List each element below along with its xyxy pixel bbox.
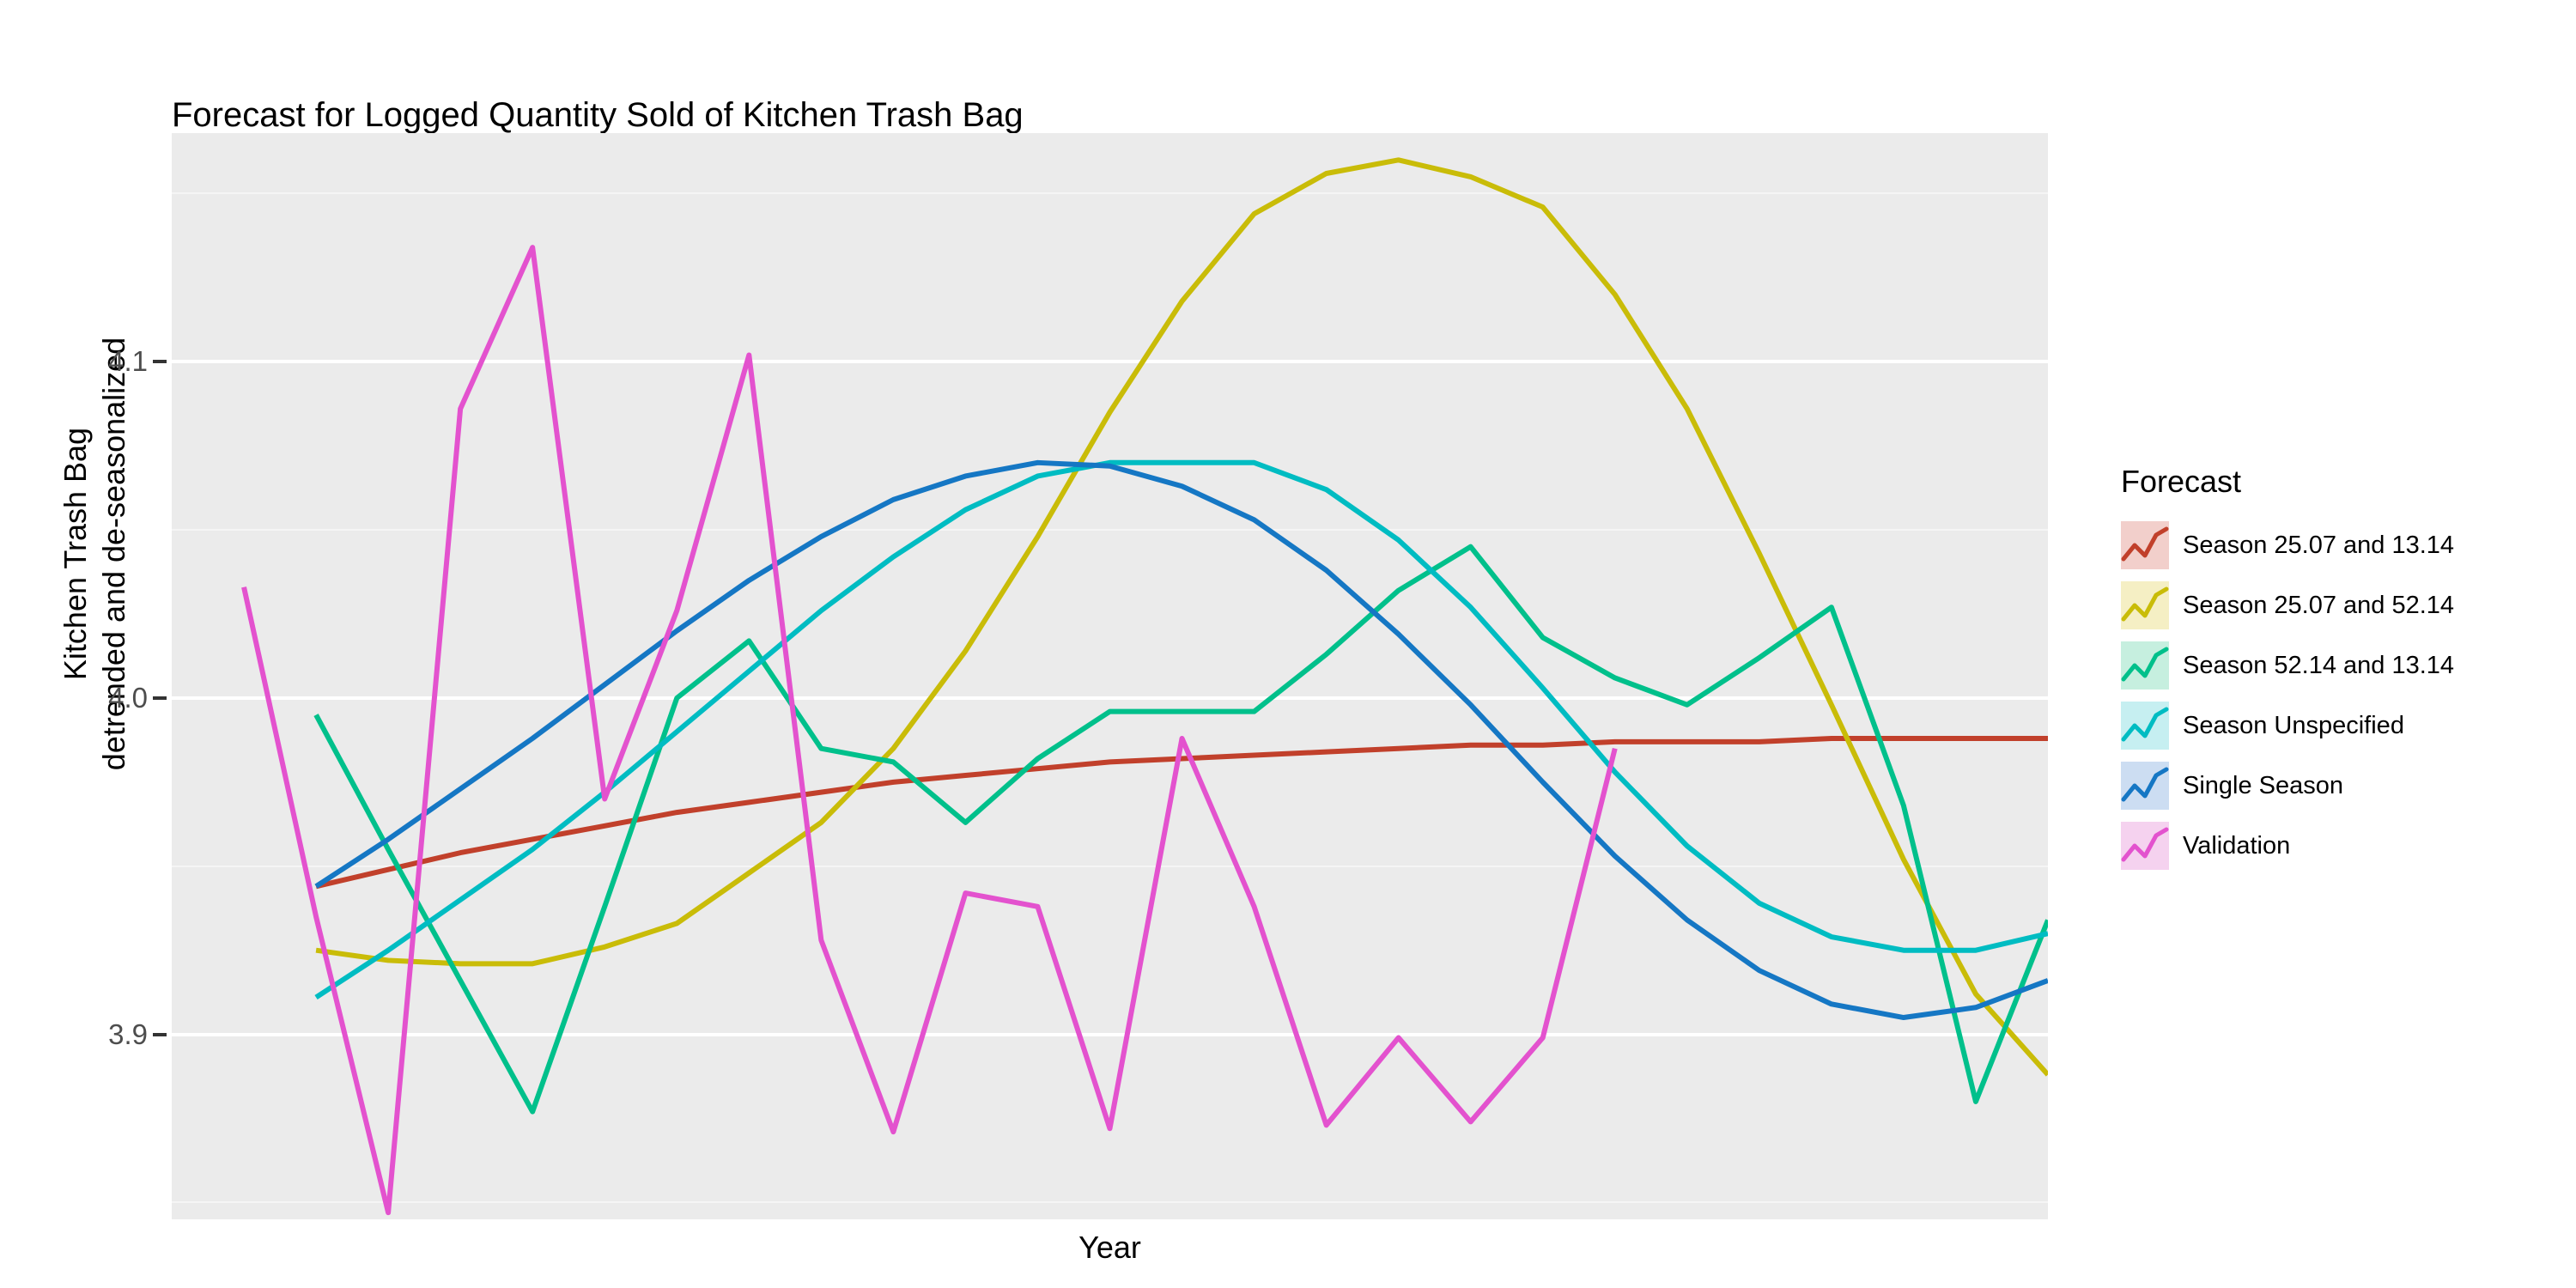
legend-item-label: Season 25.07 and 52.14 [2183, 591, 2455, 619]
y-tick-mark [153, 360, 167, 364]
x-axis-title: Year [1078, 1230, 1141, 1265]
legend-key-icon [2121, 581, 2169, 629]
legend-item-label: Single Season [2183, 771, 2344, 799]
series-line [241, 245, 1618, 1216]
legend-item[interactable]: Season 25.07 and 52.14 [2121, 575, 2567, 635]
legend-item[interactable]: Validation [2121, 816, 2567, 876]
legend-key-icon [2121, 641, 2169, 690]
series-line [314, 459, 2048, 1000]
legend-key-icon [2121, 762, 2169, 810]
y-tick-label: 4.1 [108, 345, 148, 378]
legend-key-icon [2121, 521, 2169, 569]
legend-item[interactable]: Season 25.07 and 13.14 [2121, 515, 2567, 575]
legend-key-icon [2121, 822, 2169, 870]
legend-key-icon [2121, 702, 2169, 750]
legend-item[interactable]: Season Unspecified [2121, 696, 2567, 756]
y-axis-ticks: 3.9 4.0 4.1 [0, 0, 167, 1288]
legend-items: Season 25.07 and 13.14 Season 25.07 and 5… [2121, 515, 2567, 876]
legend-title: Forecast [2121, 464, 2242, 499]
y-tick-mark [153, 696, 167, 700]
plot-panel [172, 133, 2048, 1219]
legend-item-label: Validation [2183, 831, 2291, 860]
y-tick-label: 4.0 [108, 681, 148, 714]
y-tick-mark [153, 1032, 167, 1036]
legend-item-label: Season 52.14 and 13.14 [2183, 651, 2455, 679]
legend-item-label: Season 25.07 and 13.14 [2183, 531, 2455, 559]
chart-root: Forecast for Logged Quantity Sold of Kit… [0, 0, 2576, 1288]
series-line [315, 157, 2048, 1077]
legend-item[interactable]: Single Season [2121, 756, 2567, 816]
title-line-1: Forecast for Logged Quantity Sold of Kit… [172, 95, 1024, 134]
legend-item[interactable]: Season 52.14 and 13.14 [2121, 635, 2567, 696]
legend: Forecast Season 25.07 and 13.14 Season 25… [2121, 464, 2567, 876]
series-lines [241, 157, 2048, 1216]
legend-item-label: Season Unspecified [2183, 711, 2404, 739]
y-tick-label: 3.9 [108, 1018, 148, 1050]
